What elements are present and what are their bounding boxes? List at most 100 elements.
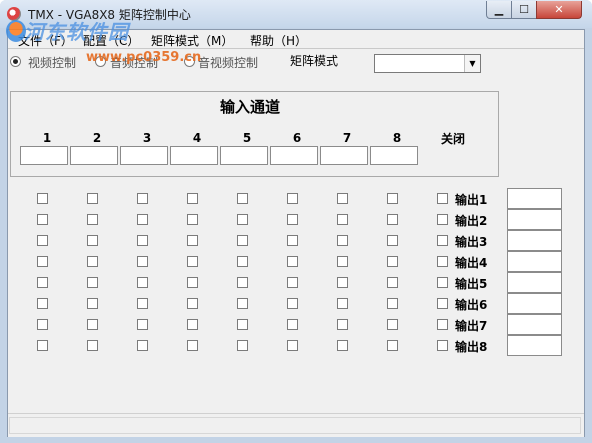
output-field-3[interactable] (507, 230, 562, 251)
route-checkbox-in7-out4[interactable] (337, 256, 348, 267)
route-checkbox-in1-out2[interactable] (37, 214, 48, 225)
input-channel-number: 7 (342, 131, 352, 145)
output-field-2[interactable] (507, 209, 562, 230)
route-checkbox-in5-out8[interactable] (237, 340, 248, 351)
close-checkbox-out8[interactable] (437, 340, 448, 351)
route-checkbox-in1-out4[interactable] (37, 256, 48, 267)
route-checkbox-in2-out8[interactable] (87, 340, 98, 351)
output-field-7[interactable] (507, 314, 562, 335)
input-channel-field-8[interactable] (370, 146, 418, 165)
route-checkbox-in4-out3[interactable] (187, 235, 198, 246)
close-checkbox-out1[interactable] (437, 193, 448, 204)
close-button[interactable]: ✕ (536, 1, 582, 19)
input-channel-field-6[interactable] (270, 146, 318, 165)
route-checkbox-in5-out5[interactable] (237, 277, 248, 288)
output-field-5[interactable] (507, 272, 562, 293)
close-checkbox-out4[interactable] (437, 256, 448, 267)
dropdown-arrow-icon[interactable]: ▼ (464, 55, 480, 72)
route-checkbox-in6-out5[interactable] (287, 277, 298, 288)
route-checkbox-in3-out2[interactable] (137, 214, 148, 225)
close-icon: ✕ (554, 3, 564, 16)
route-checkbox-in3-out3[interactable] (137, 235, 148, 246)
input-channel-number: 4 (192, 131, 202, 145)
route-checkbox-in3-out7[interactable] (137, 319, 148, 330)
route-checkbox-in8-out1[interactable] (387, 193, 398, 204)
route-checkbox-in6-out2[interactable] (287, 214, 298, 225)
output-field-8[interactable] (507, 335, 562, 356)
route-checkbox-in5-out2[interactable] (237, 214, 248, 225)
route-checkbox-in4-out1[interactable] (187, 193, 198, 204)
route-checkbox-in3-out4[interactable] (137, 256, 148, 267)
input-channel-field-3[interactable] (120, 146, 168, 165)
route-checkbox-in5-out7[interactable] (237, 319, 248, 330)
radio-video-control[interactable] (10, 56, 21, 67)
route-checkbox-in4-out2[interactable] (187, 214, 198, 225)
route-checkbox-in7-out7[interactable] (337, 319, 348, 330)
route-checkbox-in5-out4[interactable] (237, 256, 248, 267)
route-checkbox-in3-out8[interactable] (137, 340, 148, 351)
route-checkbox-in8-out6[interactable] (387, 298, 398, 309)
route-checkbox-in2-out2[interactable] (87, 214, 98, 225)
input-channel-field-7[interactable] (320, 146, 368, 165)
route-checkbox-in6-out1[interactable] (287, 193, 298, 204)
route-checkbox-in2-out3[interactable] (87, 235, 98, 246)
route-checkbox-in6-out6[interactable] (287, 298, 298, 309)
route-checkbox-in7-out2[interactable] (337, 214, 348, 225)
minimize-button[interactable]: ▁ (486, 1, 512, 19)
output-field-1[interactable] (507, 188, 562, 209)
route-checkbox-in4-out4[interactable] (187, 256, 198, 267)
maximize-button[interactable]: ☐ (511, 1, 537, 19)
route-checkbox-in1-out6[interactable] (37, 298, 48, 309)
route-checkbox-in5-out6[interactable] (237, 298, 248, 309)
route-checkbox-in5-out3[interactable] (237, 235, 248, 246)
route-checkbox-in8-out7[interactable] (387, 319, 398, 330)
input-channel-field-2[interactable] (70, 146, 118, 165)
input-channel-field-5[interactable] (220, 146, 268, 165)
route-checkbox-in8-out2[interactable] (387, 214, 398, 225)
output-field-6[interactable] (507, 293, 562, 314)
radio-av-control-label: 音视频控制 (198, 56, 259, 70)
close-checkbox-out6[interactable] (437, 298, 448, 309)
route-checkbox-in5-out1[interactable] (237, 193, 248, 204)
route-checkbox-in2-out4[interactable] (87, 256, 98, 267)
close-checkbox-out3[interactable] (437, 235, 448, 246)
route-checkbox-in8-out8[interactable] (387, 340, 398, 351)
route-checkbox-in3-out6[interactable] (137, 298, 148, 309)
route-checkbox-in7-out3[interactable] (337, 235, 348, 246)
matrix-mode-select[interactable]: ▼ (374, 54, 481, 73)
route-checkbox-in8-out5[interactable] (387, 277, 398, 288)
route-checkbox-in7-out1[interactable] (337, 193, 348, 204)
route-checkbox-in1-out1[interactable] (37, 193, 48, 204)
route-checkbox-in2-out6[interactable] (87, 298, 98, 309)
close-checkbox-out7[interactable] (437, 319, 448, 330)
route-checkbox-in8-out4[interactable] (387, 256, 398, 267)
output-field-4[interactable] (507, 251, 562, 272)
route-checkbox-in1-out7[interactable] (37, 319, 48, 330)
route-checkbox-in3-out5[interactable] (137, 277, 148, 288)
route-checkbox-in1-out5[interactable] (37, 277, 48, 288)
route-checkbox-in3-out1[interactable] (137, 193, 148, 204)
route-checkbox-in6-out8[interactable] (287, 340, 298, 351)
route-checkbox-in2-out7[interactable] (87, 319, 98, 330)
input-channel-field-4[interactable] (170, 146, 218, 165)
route-checkbox-in7-out8[interactable] (337, 340, 348, 351)
route-checkbox-in6-out4[interactable] (287, 256, 298, 267)
route-checkbox-in6-out3[interactable] (287, 235, 298, 246)
close-checkbox-out5[interactable] (437, 277, 448, 288)
route-checkbox-in4-out8[interactable] (187, 340, 198, 351)
route-checkbox-in7-out6[interactable] (337, 298, 348, 309)
route-checkbox-in4-out7[interactable] (187, 319, 198, 330)
route-checkbox-in1-out3[interactable] (37, 235, 48, 246)
route-checkbox-in1-out8[interactable] (37, 340, 48, 351)
route-checkbox-in4-out6[interactable] (187, 298, 198, 309)
route-checkbox-in6-out7[interactable] (287, 319, 298, 330)
route-checkbox-in4-out5[interactable] (187, 277, 198, 288)
input-channel-field-1[interactable] (20, 146, 68, 165)
route-checkbox-in2-out5[interactable] (87, 277, 98, 288)
close-checkbox-out2[interactable] (437, 214, 448, 225)
menu-help[interactable]: 帮助（H） (250, 32, 307, 49)
menu-matrix-mode[interactable]: 矩阵模式（M） (151, 32, 233, 49)
route-checkbox-in7-out5[interactable] (337, 277, 348, 288)
route-checkbox-in2-out1[interactable] (87, 193, 98, 204)
route-checkbox-in8-out3[interactable] (387, 235, 398, 246)
